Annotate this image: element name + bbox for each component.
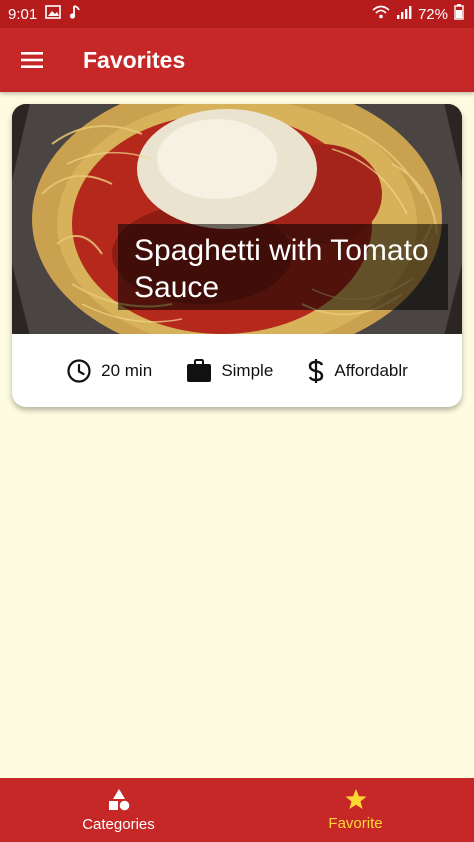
meal-meta-row: 20 min Simple Affordablr bbox=[12, 334, 462, 407]
complexity-info: Simple bbox=[186, 358, 274, 383]
meal-card[interactable]: Spaghetti with Tomato Sauce 20 min Simpl… bbox=[12, 104, 462, 407]
nav-label-favorite: Favorite bbox=[328, 815, 383, 832]
meal-image: Spaghetti with Tomato Sauce bbox=[12, 104, 462, 334]
signal-icon bbox=[396, 5, 412, 23]
status-time: 9:01 bbox=[8, 5, 38, 23]
hamburger-icon bbox=[21, 52, 43, 68]
nav-item-categories[interactable]: Categories bbox=[0, 778, 237, 842]
page-title: Favorites bbox=[83, 46, 186, 73]
music-icon bbox=[69, 4, 81, 24]
affordability-label: Affordablr bbox=[334, 360, 408, 380]
wifi-icon bbox=[372, 5, 390, 23]
category-icon bbox=[108, 788, 129, 810]
nav-item-favorite[interactable]: Favorite bbox=[237, 778, 474, 842]
battery-icon bbox=[454, 4, 464, 24]
duration-label: 20 min bbox=[101, 360, 153, 380]
image-icon bbox=[45, 5, 62, 23]
bottom-navigation: Categories Favorite bbox=[0, 778, 474, 842]
nav-label-categories: Categories bbox=[82, 815, 155, 833]
meal-title: Spaghetti with Tomato Sauce bbox=[118, 224, 448, 310]
complexity-label: Simple bbox=[221, 360, 274, 380]
duration-info: 20 min bbox=[66, 358, 152, 384]
dollar-icon bbox=[309, 358, 324, 383]
star-icon bbox=[345, 789, 366, 809]
clock-icon bbox=[67, 358, 91, 383]
status-bar: 9:01 72% bbox=[0, 0, 474, 28]
briefcase-icon bbox=[187, 358, 212, 382]
app-bar: Favorites bbox=[0, 28, 474, 92]
battery-text: 72% bbox=[417, 5, 448, 23]
affordability-info: Affordablr bbox=[307, 358, 408, 384]
menu-button[interactable] bbox=[0, 28, 64, 92]
